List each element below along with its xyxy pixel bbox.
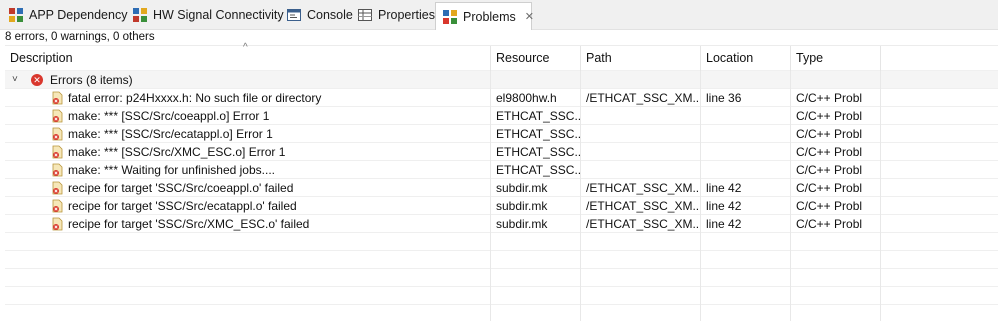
tab-app-dependency[interactable]: APP Dependency: [2, 3, 127, 27]
tab-label: Problems: [463, 9, 516, 24]
column-divider: [880, 71, 881, 321]
tab-console[interactable]: Console: [280, 3, 353, 27]
table-row[interactable]: recipe for target 'SSC/Src/XMC_ESC.o' fa…: [5, 215, 998, 233]
problem-type: C/C++ Probl: [796, 127, 863, 141]
column-divider: [490, 71, 491, 321]
problem-description: make: *** [SSC/Src/ecatappl.o] Error 1: [68, 127, 273, 141]
tab-label: Properties: [378, 8, 435, 22]
empty-row: [5, 305, 998, 321]
problem-type: C/C++ Probl: [796, 91, 863, 105]
problem-type: C/C++ Probl: [796, 145, 863, 159]
problem-path: /ETHCAT_SSC_XM...: [586, 217, 700, 231]
table-row[interactable]: make: *** Waiting for unfinished jobs...…: [5, 161, 998, 179]
problem-description: fatal error: p24Hxxxx.h: No such file or…: [68, 91, 322, 105]
problem-description: make: *** [SSC/Src/XMC_ESC.o] Error 1: [68, 145, 286, 159]
empty-row: [5, 233, 998, 251]
problem-location: line 42: [706, 181, 742, 195]
problem-resource: ETHCAT_SSC...: [496, 163, 580, 177]
column-header-type[interactable]: Type: [791, 46, 881, 71]
problem-description: recipe for target 'SSC/Src/ecatappl.o' f…: [68, 199, 297, 213]
problem-description: recipe for target 'SSC/Src/coeappl.o' fa…: [68, 181, 294, 195]
problem-location: line 42: [706, 217, 742, 231]
tab-hw-signal-connectivity[interactable]: HW Signal Connectivity: [126, 3, 284, 27]
table-row[interactable]: recipe for target 'SSC/Src/ecatappl.o' f…: [5, 197, 998, 215]
problem-path: [581, 107, 700, 125]
chevron-down-icon[interactable]: ˅: [12, 71, 18, 89]
problem-description: recipe for target 'SSC/Src/XMC_ESC.o' fa…: [68, 217, 310, 231]
problem-path: [581, 161, 700, 179]
problem-location: [701, 161, 790, 179]
hw-signal-icon: [132, 7, 148, 23]
console-icon: [286, 7, 302, 23]
sort-ascending-icon: ^: [243, 42, 248, 53]
problem-type: C/C++ Probl: [796, 199, 863, 213]
table-header: Description ^ Resource Path Location Typ…: [5, 42, 998, 71]
tab-label: Console: [307, 8, 353, 22]
problem-description: make: *** [SSC/Src/coeappl.o] Error 1: [68, 109, 270, 123]
group-label: Errors (8 items): [50, 73, 133, 87]
problem-type: C/C++ Probl: [796, 217, 863, 231]
tab-properties[interactable]: Properties: [351, 3, 435, 27]
problem-path: /ETHCAT_SSC_XM...: [586, 181, 700, 195]
problem-location: line 36: [706, 91, 742, 105]
app-dependency-icon: [8, 7, 24, 23]
problem-path: /ETHCAT_SSC_XM...: [586, 91, 700, 105]
problems-table: Description ^ Resource Path Location Typ…: [5, 42, 998, 321]
column-divider: [580, 71, 581, 321]
empty-row: [5, 269, 998, 287]
problems-icon: [442, 9, 458, 25]
column-header-path[interactable]: Path: [581, 46, 701, 71]
column-divider: [700, 71, 701, 321]
problems-summary: 8 errors, 0 warnings, 0 others: [5, 31, 155, 43]
problem-resource: ETHCAT_SSC...: [496, 145, 580, 159]
problem-location: [701, 107, 790, 125]
problem-resource: subdir.mk: [496, 217, 548, 231]
column-header-location[interactable]: Location: [701, 46, 791, 71]
column-header-description[interactable]: Description: [5, 46, 491, 71]
problem-path: /ETHCAT_SSC_XM...: [586, 199, 700, 213]
error-icon: ✕: [31, 74, 43, 86]
problem-path: [581, 143, 700, 161]
problem-location: [701, 143, 790, 161]
problem-location: [701, 125, 790, 143]
tab-label: HW Signal Connectivity: [153, 8, 284, 22]
empty-row: [5, 251, 998, 269]
problem-path: [581, 125, 700, 143]
problem-resource: el9800hw.h: [496, 91, 557, 105]
problem-type: C/C++ Probl: [796, 109, 863, 123]
problem-type: C/C++ Probl: [796, 181, 863, 195]
table-row[interactable]: make: *** [SSC/Src/coeappl.o] Error 1 ETH…: [5, 107, 998, 125]
column-header-resource[interactable]: Resource: [491, 46, 581, 71]
empty-row: [5, 287, 998, 305]
table-row[interactable]: recipe for target 'SSC/Src/coeappl.o' fa…: [5, 179, 998, 197]
tab-problems[interactable]: Problems ✕: [435, 2, 534, 30]
problem-resource: subdir.mk: [496, 199, 548, 213]
problem-description: make: *** Waiting for unfinished jobs...…: [68, 163, 275, 177]
properties-icon: [357, 7, 373, 23]
table-row[interactable]: fatal error: p24Hxxxx.h: No such file or…: [5, 89, 998, 107]
problem-type: C/C++ Probl: [796, 163, 863, 177]
errors-group-row[interactable]: ˅ ✕ Errors (8 items): [5, 71, 998, 89]
problem-resource: ETHCAT_SSC...: [496, 109, 580, 123]
problem-location: line 42: [706, 199, 742, 213]
problem-resource: subdir.mk: [496, 181, 548, 195]
table-row[interactable]: make: *** [SSC/Src/XMC_ESC.o] Error 1 ETH…: [5, 143, 998, 161]
table-row[interactable]: make: *** [SSC/Src/ecatappl.o] Error 1 ET…: [5, 125, 998, 143]
tab-label: APP Dependency: [29, 8, 128, 22]
problem-resource: ETHCAT_SSC...: [496, 127, 580, 141]
column-divider: [790, 71, 791, 321]
view-tab-bar: APP Dependency HW Signal Connectivity Co…: [0, 0, 998, 30]
close-icon[interactable]: ✕: [525, 10, 534, 23]
